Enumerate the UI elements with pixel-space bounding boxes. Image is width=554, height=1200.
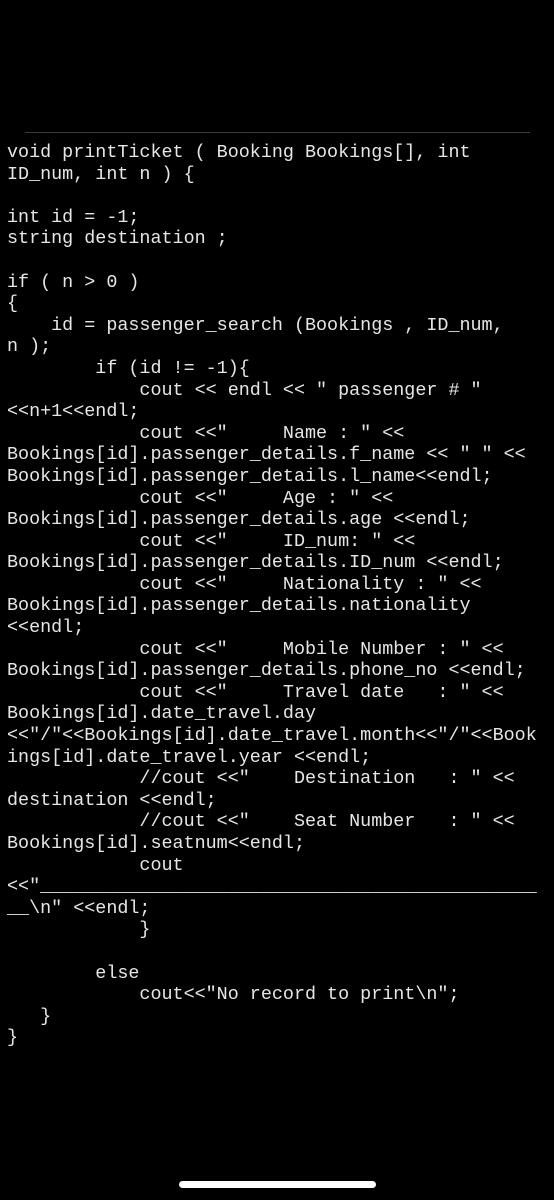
- code-line: cout<<"No record to print\n";: [7, 984, 460, 1006]
- code-line: if (id != -1){: [7, 357, 250, 379]
- code-line: cout << endl << " passenger # ": [7, 379, 482, 401]
- code-line: {: [7, 293, 19, 315]
- code-line: //cout <<" Destination : " <<: [7, 768, 515, 790]
- code-line: Bookings[id].passenger_details.age <<end…: [7, 509, 471, 531]
- code-line: if ( n > 0 ): [7, 271, 140, 293]
- code-line: <<n+1<<endl;: [7, 401, 140, 423]
- code-line: <<"/"<<Bookings[id].date_travel.month<<"…: [7, 725, 537, 747]
- code-line: Bookings[id].passenger_details.nationali…: [7, 595, 471, 617]
- code-line: Bookings[id].passenger_details.f_name <<…: [7, 444, 526, 466]
- code-line: cout <<" Travel date : " <<: [7, 681, 504, 703]
- code-line: cout <<" Age : " <<: [7, 487, 394, 509]
- code-line: __\n" <<endl;: [7, 897, 151, 919]
- code-line: }: [7, 919, 151, 941]
- code-block: void printTicket ( Booking Bookings[], i…: [7, 142, 537, 1049]
- code-line: string destination ;: [7, 228, 228, 250]
- code-line: Bookings[id].passenger_details.l_name<<e…: [7, 465, 493, 487]
- code-line: }: [7, 1027, 19, 1049]
- code-line: <<"_____________________________________…: [7, 876, 537, 898]
- code-line: ings[id].date_travel.year <<endl;: [7, 746, 372, 768]
- code-line: void printTicket ( Booking Bookings[], i…: [7, 142, 471, 163]
- code-line: cout <<" Mobile Number : " <<: [7, 638, 504, 660]
- code-line: cout <<" Nationality : " <<: [7, 573, 482, 595]
- code-line: int id = -1;: [7, 206, 140, 228]
- code-line: else: [7, 962, 140, 984]
- code-line: id = passenger_search (Bookings , ID_num…: [7, 314, 504, 336]
- code-line: //cout <<" Seat Number : " <<: [7, 811, 515, 833]
- top-divider: [25, 132, 530, 133]
- code-line: Bookings[id].passenger_details.phone_no …: [7, 660, 526, 682]
- code-line: cout <<" ID_num: " <<: [7, 530, 416, 552]
- code-line: <<endl;: [7, 617, 85, 639]
- code-line: cout: [7, 854, 184, 876]
- code-line: Bookings[id].passenger_details.ID_num <<…: [7, 552, 504, 574]
- code-line: }: [7, 1005, 52, 1027]
- code-line: ID_num, int n ) {: [7, 163, 195, 185]
- home-indicator[interactable]: [179, 1181, 376, 1188]
- code-line: destination <<endl;: [7, 789, 217, 811]
- code-line: n );: [7, 336, 52, 358]
- code-line: Bookings[id].date_travel.day: [7, 703, 317, 725]
- code-line: Bookings[id].seatnum<<endl;: [7, 833, 305, 854]
- code-line: cout <<" Name : " <<: [7, 422, 405, 444]
